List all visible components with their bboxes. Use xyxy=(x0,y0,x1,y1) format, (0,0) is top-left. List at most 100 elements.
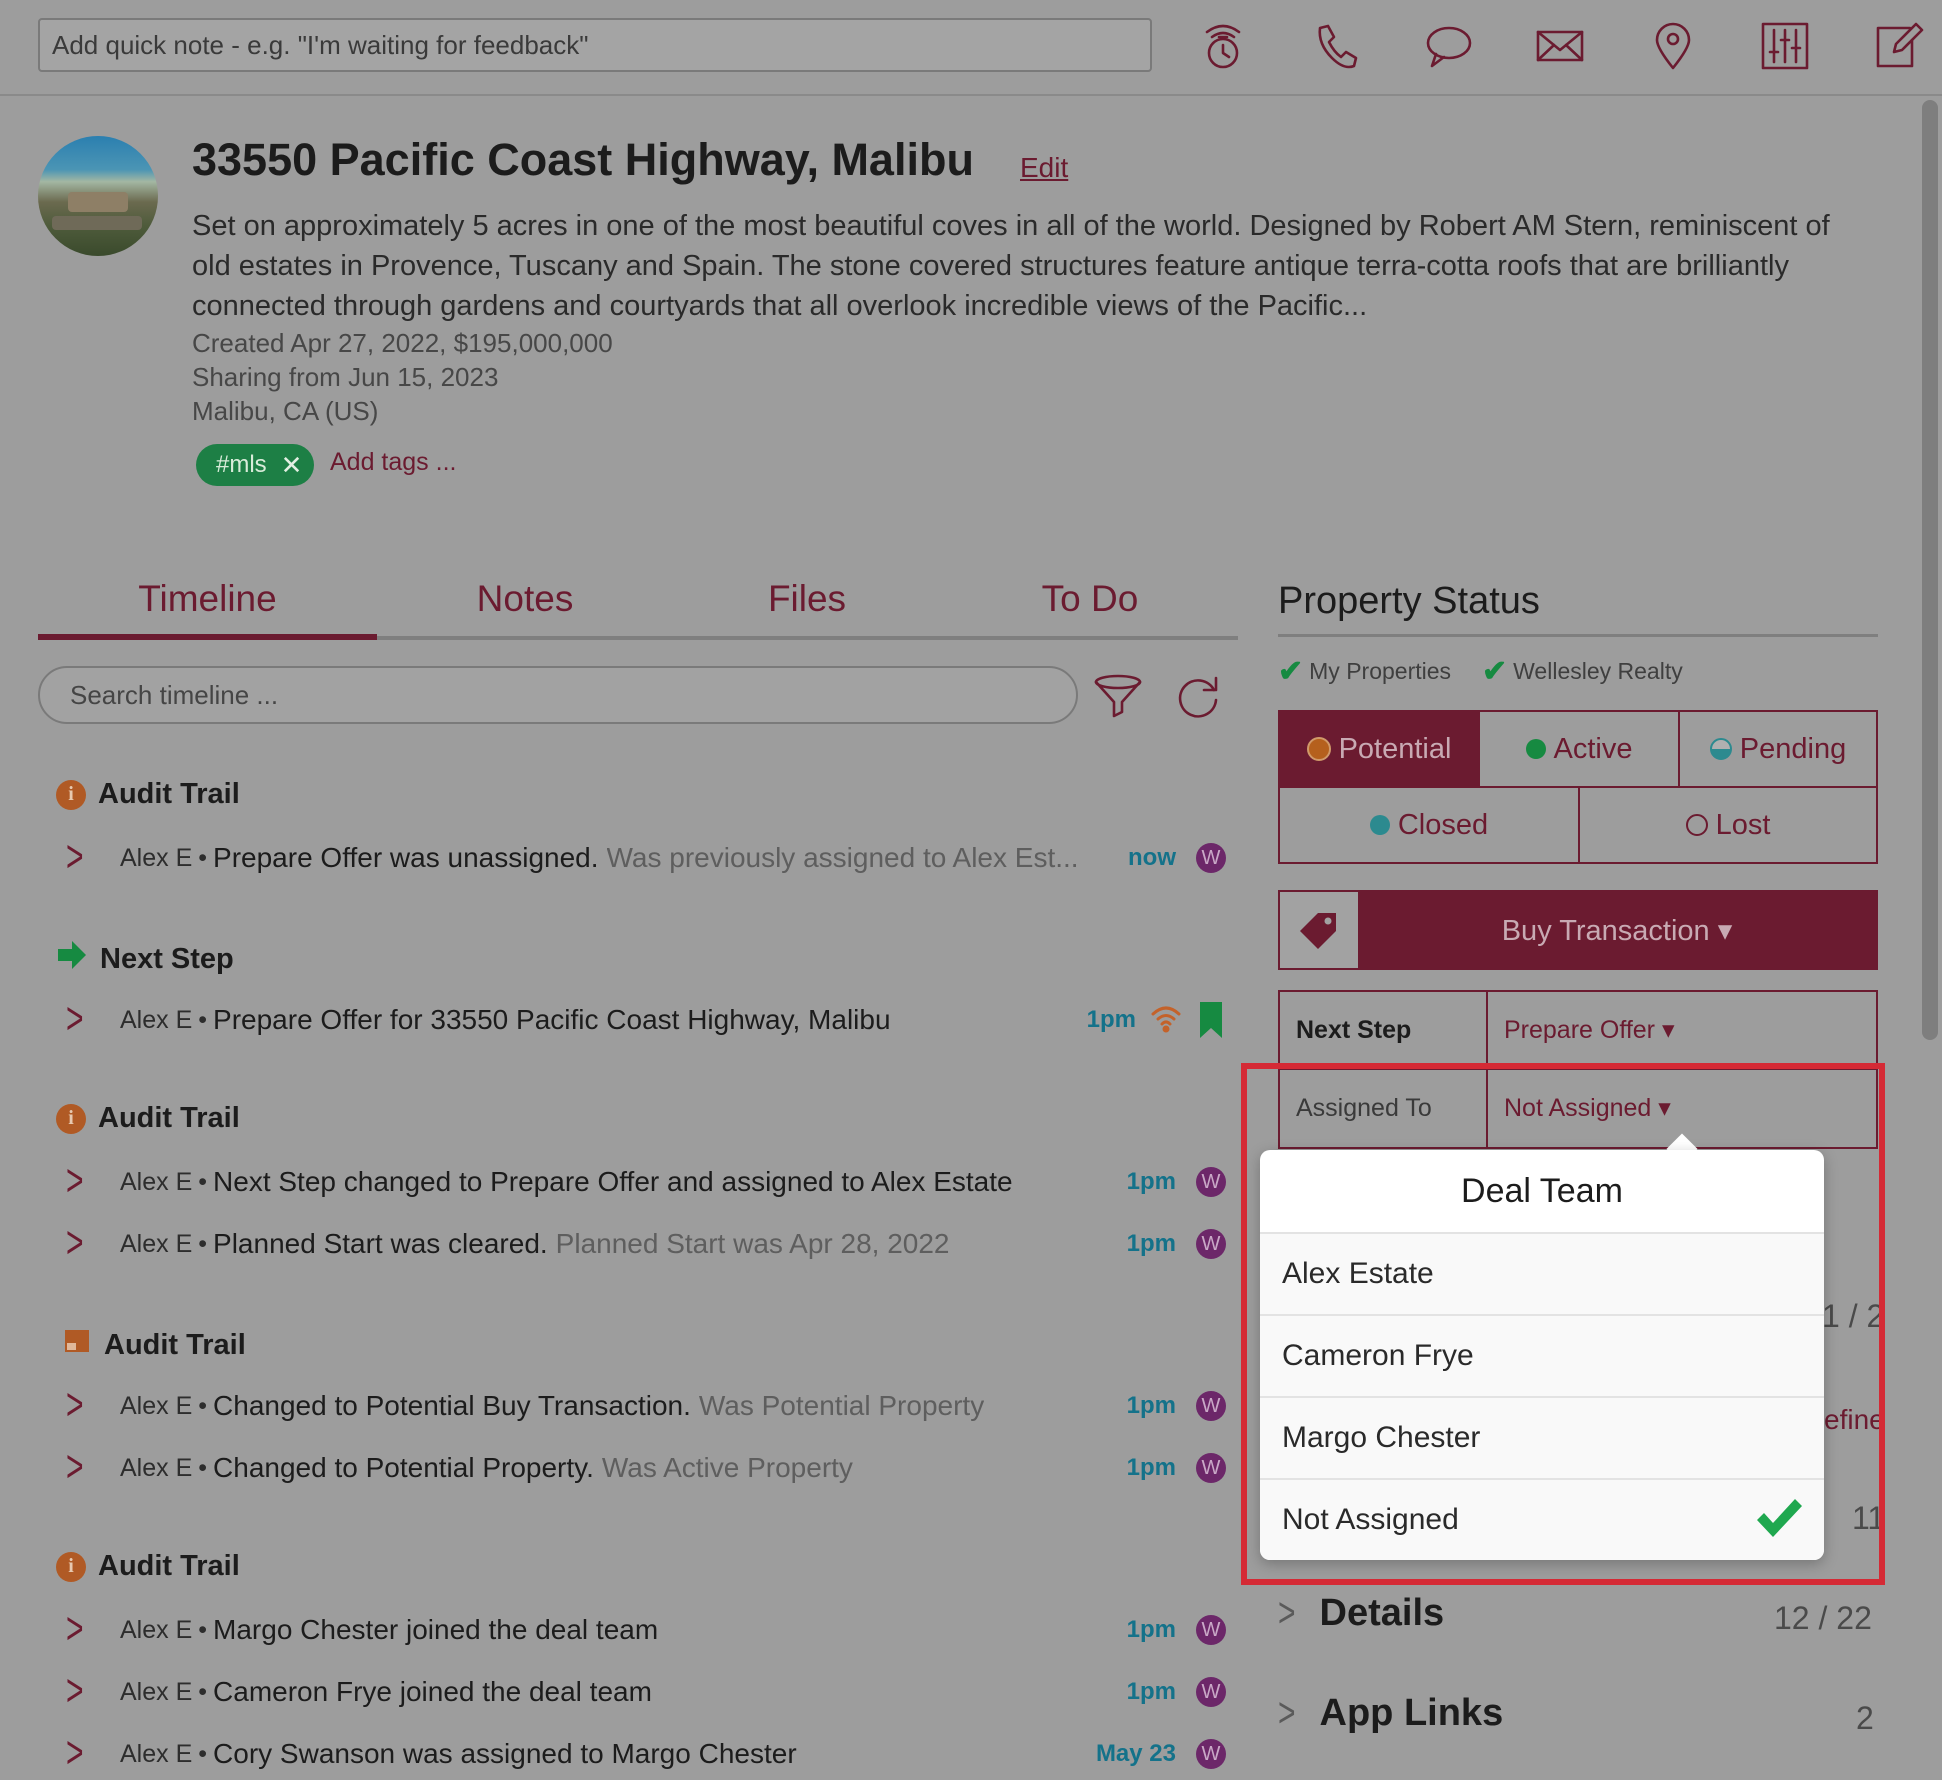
next-step-dropdown[interactable]: Prepare Offer ▾ xyxy=(1488,992,1876,1068)
row-author: Alex E xyxy=(120,1391,193,1420)
chevron-right-icon[interactable]: > xyxy=(66,833,90,884)
filter-icon[interactable] xyxy=(1090,668,1146,724)
option-label: Cameron Frye xyxy=(1282,1339,1474,1372)
mail-icon[interactable] xyxy=(1532,18,1588,74)
chevron-right-icon[interactable]: > xyxy=(66,1381,90,1432)
status-potential[interactable]: Potential xyxy=(1278,710,1480,788)
timeline-row[interactable]: > Alex E • Prepare Offer was unassigned. … xyxy=(66,833,1226,882)
timeline-group-header: Next Step xyxy=(56,940,234,978)
option-label: Not Assigned xyxy=(1282,1503,1459,1536)
timeline-group-header: i Audit Trail xyxy=(56,778,240,811)
option-label: Alex Estate xyxy=(1282,1257,1434,1290)
timeline-row[interactable]: > Alex E • Cory Swanson was assigned to M… xyxy=(66,1729,1226,1778)
arrow-right-icon xyxy=(56,940,88,978)
row-time: 1pm xyxy=(1126,1454,1176,1481)
separator: • xyxy=(198,1391,208,1420)
deal-team-option-alex-estate[interactable]: Alex Estate xyxy=(1260,1234,1824,1316)
row-text: Cameron Frye joined the deal team xyxy=(213,1676,652,1707)
tab-timeline[interactable]: Timeline xyxy=(38,578,377,638)
row-author: Alex E xyxy=(120,1005,193,1034)
chevron-right-icon[interactable]: > xyxy=(66,1219,90,1270)
phone-icon[interactable] xyxy=(1308,18,1364,74)
timeline-group-header: i Audit Trail xyxy=(56,1550,240,1583)
timeline-group-header: Audit Trail xyxy=(62,1326,246,1364)
timeline-row[interactable]: > Alex E • Changed to Potential Buy Trans… xyxy=(66,1381,1226,1430)
row-author: Alex E xyxy=(120,1453,193,1482)
tab-todo[interactable]: To Do xyxy=(980,578,1200,638)
quick-note-input[interactable] xyxy=(38,18,1152,72)
group-title: Audit Trail xyxy=(98,1550,240,1582)
row-text: Cory Swanson was assigned to Margo Chest… xyxy=(213,1738,797,1769)
edit-link[interactable]: Edit xyxy=(1020,152,1068,184)
timeline-row[interactable]: > Alex E • Margo Chester joined the deal … xyxy=(66,1605,1226,1654)
scrollbar[interactable] xyxy=(1922,100,1938,1040)
search-timeline-input[interactable] xyxy=(38,666,1078,724)
status-active[interactable]: Active xyxy=(1478,710,1680,788)
timeline-row[interactable]: > Alex E • Prepare Offer for 33550 Pacifi… xyxy=(66,995,1226,1045)
chat-icon[interactable] xyxy=(1420,18,1476,74)
separator: • xyxy=(198,1167,208,1196)
add-tags-link[interactable]: Add tags ... xyxy=(330,448,456,477)
location-pin-icon[interactable] xyxy=(1645,18,1701,74)
row-author: Alex E xyxy=(120,1229,193,1258)
tag-mls[interactable]: #mls ✕ xyxy=(196,444,315,486)
source-badge: W xyxy=(1196,1229,1226,1259)
chevron-right-icon[interactable]: > xyxy=(66,1667,90,1718)
status-label: Potential xyxy=(1338,732,1452,765)
timer-icon[interactable] xyxy=(1195,18,1251,74)
section-details[interactable]: > Details xyxy=(1278,1589,1444,1636)
status-pending[interactable]: Pending xyxy=(1678,710,1878,788)
timeline-row[interactable]: > Alex E • Next Step changed to Prepare O… xyxy=(66,1157,1226,1206)
chevron-right-icon[interactable]: > xyxy=(66,1729,90,1780)
chevron-right-icon[interactable]: > xyxy=(66,1443,90,1494)
tab-files[interactable]: Files xyxy=(700,578,914,638)
separator: • xyxy=(198,1229,208,1258)
checkmark-icon xyxy=(1754,1496,1804,1548)
compose-icon[interactable] xyxy=(1870,18,1926,74)
timeline-row[interactable]: > Alex E • Planned Start was cleared. Pla… xyxy=(66,1219,1226,1268)
chevron-right-icon[interactable]: > xyxy=(66,1605,90,1656)
separator: • xyxy=(198,1615,208,1644)
filter-wellesley-realty[interactable]: ✔ Wellesley Realty xyxy=(1482,654,1683,689)
chevron-right-icon[interactable]: > xyxy=(66,1157,90,1208)
timeline-group-header: i Audit Trail xyxy=(56,1102,240,1135)
property-description: Set on approximately 5 acres in one of t… xyxy=(192,210,1830,322)
tab-notes[interactable]: Notes xyxy=(410,578,640,638)
status-dot-icon xyxy=(1369,815,1390,835)
row-text: Prepare Offer for 33550 Pacific Coast Hi… xyxy=(213,1004,891,1035)
page-title: 33550 Pacific Coast Highway, Malibu xyxy=(192,134,974,185)
close-icon[interactable]: ✕ xyxy=(281,450,303,481)
chevron-right-icon: > xyxy=(1278,1589,1296,1636)
created-info: Created Apr 27, 2022, $195,000,000 xyxy=(192,328,613,358)
status-lost[interactable]: Lost xyxy=(1578,786,1878,864)
transaction-type-dropdown[interactable]: Buy Transaction ▾ xyxy=(1278,890,1878,970)
next-step-label: Next Step xyxy=(1280,992,1488,1068)
status-dot-icon xyxy=(1709,738,1732,760)
status-dot-icon xyxy=(1525,739,1546,759)
deal-team-option-not-assigned[interactable]: Not Assigned xyxy=(1260,1480,1824,1560)
status-dot-icon xyxy=(1685,814,1708,836)
section-app-links[interactable]: > App Links xyxy=(1278,1689,1503,1736)
timeline-row[interactable]: > Alex E • Cameron Frye joined the deal t… xyxy=(66,1667,1226,1716)
chevron-right-icon[interactable]: > xyxy=(66,995,90,1046)
option-label: Margo Chester xyxy=(1282,1421,1481,1454)
row-author: Alex E xyxy=(120,1739,193,1768)
refresh-icon[interactable] xyxy=(1170,668,1226,724)
row-detail: Was Active Property xyxy=(601,1452,853,1483)
status-closed[interactable]: Closed xyxy=(1278,786,1580,864)
price-tag-icon xyxy=(1280,892,1358,968)
separator: • xyxy=(198,843,208,872)
deal-team-option-margo-chester[interactable]: Margo Chester xyxy=(1260,1398,1824,1480)
filter-my-properties[interactable]: ✔ My Properties xyxy=(1278,654,1451,689)
sliders-icon[interactable] xyxy=(1757,18,1813,74)
timeline-row[interactable]: > Alex E • Changed to Potential Property.… xyxy=(66,1443,1226,1492)
wifi-icon xyxy=(1150,1002,1182,1039)
filter-label: Wellesley Realty xyxy=(1513,658,1683,684)
deal-team-option-cameron-frye[interactable]: Cameron Frye xyxy=(1260,1316,1824,1398)
separator: • xyxy=(198,1739,208,1768)
bookmark-icon[interactable] xyxy=(1198,1000,1224,1045)
source-badge: W xyxy=(1196,1615,1226,1645)
separator: • xyxy=(198,1005,208,1034)
chevron-right-icon: > xyxy=(1278,1689,1296,1736)
divider xyxy=(1278,634,1878,637)
